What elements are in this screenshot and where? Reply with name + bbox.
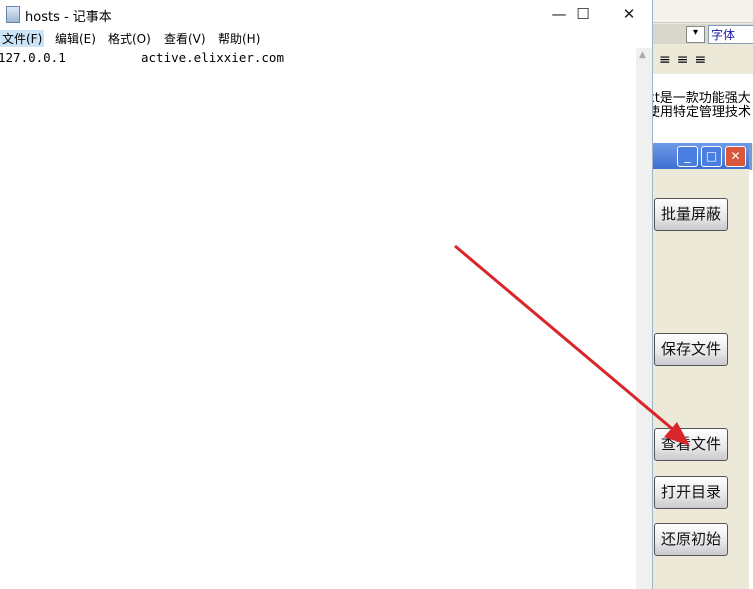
align-icons[interactable]: ≡≡≡ ⋮≡ (653, 48, 753, 92)
side-list (749, 170, 753, 589)
minimize-icon[interactable]: _ (677, 146, 698, 167)
restore-default-button[interactable]: 还原初始 (654, 523, 728, 556)
toolbar-area (653, 0, 753, 23)
menu-file[interactable]: 文件(F) (0, 30, 45, 47)
font-row: ▾ 字体 (653, 24, 753, 44)
maximize-icon[interactable]: □ (701, 146, 722, 167)
menu-help[interactable]: 帮助(H) (216, 30, 262, 47)
dialog-title-bar: _ □ ✕ (653, 143, 749, 169)
text-line: xt是一款功能强大 (653, 91, 751, 106)
chevron-down-icon[interactable]: ▾ (686, 26, 705, 43)
close-button[interactable]: ✕ (606, 0, 652, 28)
document-text: xt是一款功能强大 使用特定管理技术 (653, 74, 753, 144)
close-icon[interactable]: ✕ (725, 146, 746, 167)
scroll-up-icon[interactable]: ▲ (639, 50, 646, 60)
menu-bar: 文件(F) 编辑(E) 格式(O) 查看(V) 帮助(H) (0, 28, 652, 48)
tool-dialog: _ □ ✕ 批量屏蔽 保存文件 查看文件 打开目录 还原初始 (653, 143, 752, 589)
vertical-scrollbar[interactable]: ▲ (636, 48, 652, 589)
menu-format[interactable]: 格式(O) (106, 30, 153, 47)
menu-edit[interactable]: 编辑(E) (53, 30, 98, 47)
maximize-button[interactable]: ☐ (560, 0, 606, 28)
background-app-window: ▾ 字体 ≡≡≡ ⋮≡ xt是一款功能强大 使用特定管理技术 _ □ ✕ 批量屏… (653, 0, 753, 589)
font-select[interactable]: 字体 (708, 25, 753, 44)
view-file-button[interactable]: 查看文件 (654, 428, 728, 461)
title-bar: hosts - 记事本 — ☐ ✕ (0, 0, 652, 28)
window-title: hosts - 记事本 (25, 10, 112, 25)
batch-block-button[interactable]: 批量屏蔽 (654, 198, 728, 231)
hosts-line: 127.0.0.1 active.elixxier.com (0, 50, 284, 65)
open-directory-button[interactable]: 打开目录 (654, 476, 728, 509)
save-file-button[interactable]: 保存文件 (654, 333, 728, 366)
text-editor[interactable]: 127.0.0.1 active.elixxier.com (0, 48, 636, 589)
menu-view[interactable]: 查看(V) (162, 30, 208, 47)
notepad-icon (6, 6, 20, 23)
notepad-window: hosts - 记事本 — ☐ ✕ 文件(F) 编辑(E) 格式(O) 查看(V… (0, 0, 653, 589)
text-line: 使用特定管理技术 (653, 105, 752, 120)
